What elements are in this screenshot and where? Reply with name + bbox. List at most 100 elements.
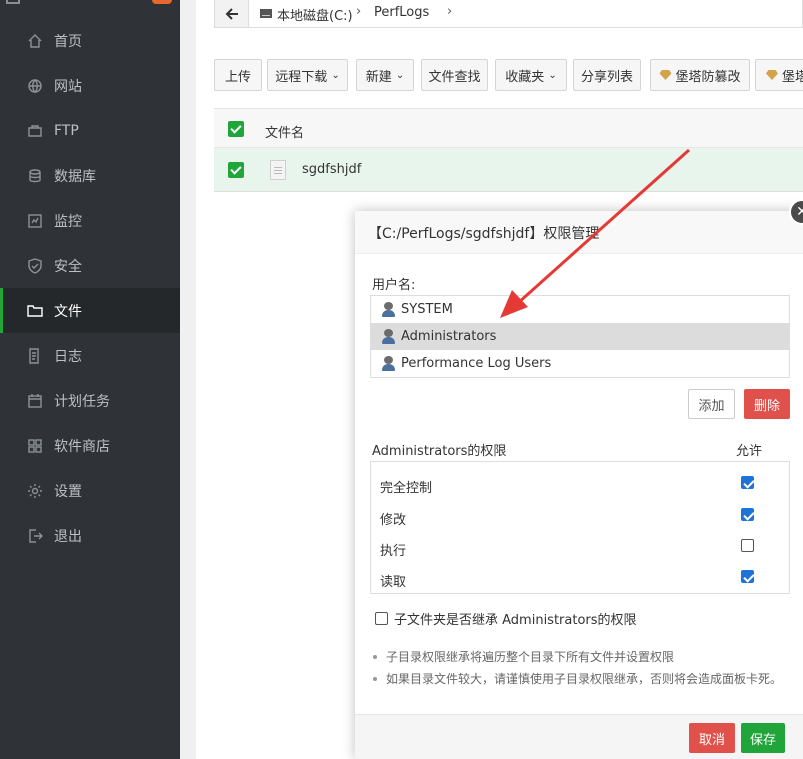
breadcrumb-drive[interactable]: 本地磁盘(C:) [277, 5, 353, 24]
upload-label: 上传 [224, 69, 251, 85]
file-icon [270, 160, 286, 180]
allow-execute-checkbox[interactable] [741, 539, 754, 552]
allow-read-checkbox[interactable] [741, 570, 754, 583]
permission-name: 读取 [380, 575, 407, 590]
logout-icon [27, 528, 43, 544]
path-bar: 本地磁盘(C:) › PerfLogs › [214, 0, 803, 28]
sidebar-item-monitor[interactable]: 监控 [0, 198, 180, 243]
sidebar-item-label: 日志 [54, 348, 82, 365]
file-table-header: 文件名 [214, 108, 803, 148]
breadcrumb-separator: › [356, 4, 362, 19]
permission-row-modify: 修改 [371, 502, 789, 533]
inherit-label[interactable]: 子文件夹是否继承 Administrators的权限 [394, 609, 637, 628]
monitor-icon [27, 213, 43, 229]
permission-dialog: 【C:/PerfLogs/sgdfshjdf】权限管理 用户名: SYSTEM … [355, 211, 803, 759]
sidebar-item-security[interactable]: 安全 [0, 243, 180, 288]
sidebar-item-label: 设置 [54, 483, 82, 500]
sidebar-item-label: 数据库 [54, 168, 96, 185]
share-list-button[interactable]: 分享列表 [573, 59, 641, 91]
arrow-left-icon [225, 7, 238, 20]
apps-icon [27, 438, 43, 454]
user-group-icon [381, 356, 396, 371]
permission-row-read: 读取 [371, 564, 789, 595]
sidebar-item-label: 网站 [54, 78, 82, 95]
file-name[interactable]: sgdfshjdf [302, 162, 361, 177]
sidebar-item-settings[interactable]: 设置 [0, 468, 180, 513]
sidebar-item-label: FTP [54, 122, 79, 139]
user-group-icon [381, 329, 396, 344]
user-name: SYSTEM [401, 302, 453, 317]
log-icon [27, 347, 43, 364]
notes-list: 子目录权限继承将遍历整个目录下所有文件并设置权限 如果目录文件较大，请谨慎使用子… [370, 648, 782, 692]
share-list-label: 分享列表 [580, 69, 633, 85]
sidebar-item-website[interactable]: 网站 [0, 63, 180, 108]
allow-full-control-checkbox[interactable] [741, 476, 754, 489]
permission-row-full-control: 完全控制 [371, 470, 789, 501]
note-item: 如果目录文件较大，请谨慎使用子目录权限继承，否则将会造成面板卡死。 [370, 670, 782, 692]
drive-icon [260, 9, 272, 18]
sidebar-item-logs[interactable]: 日志 [0, 333, 180, 378]
breadcrumb-folder[interactable]: PerfLogs [374, 5, 429, 20]
back-button[interactable] [215, 0, 249, 27]
sidebar-item-app-store[interactable]: 软件商店 [0, 423, 180, 468]
sidebar-item-label: 计划任务 [54, 393, 110, 410]
sidebar-item-logout[interactable]: 退出 [0, 513, 180, 558]
permission-name: 修改 [380, 513, 407, 528]
favorites-label: 收藏夹 [505, 69, 545, 85]
dialog-title: 【C:/PerfLogs/sgdfshjdf】权限管理 [355, 211, 803, 254]
calendar-icon [27, 393, 43, 409]
sidebar-item-home[interactable]: 首页 [0, 18, 180, 63]
note-item: 子目录权限继承将遍历整个目录下所有文件并设置权限 [370, 648, 782, 670]
logo-icon [6, 0, 20, 4]
dialog-footer [355, 714, 803, 759]
tamper-proof-label-2: 堡塔 [782, 69, 803, 85]
save-button[interactable]: 保存 [741, 723, 785, 753]
upload-button[interactable]: 上传 [214, 59, 262, 91]
notification-badge [152, 0, 172, 4]
chevron-down-icon: ⌄ [548, 69, 557, 81]
user-item-system[interactable]: SYSTEM [371, 296, 789, 323]
new-button[interactable]: 新建 ⌄ [356, 59, 414, 91]
file-search-button[interactable]: 文件查找 [421, 59, 488, 91]
favorites-button[interactable]: 收藏夹 ⌄ [495, 59, 567, 91]
shield-icon [27, 257, 43, 274]
user-item-performance-log-users[interactable]: Performance Log Users [371, 350, 789, 377]
gem-icon [659, 70, 672, 80]
permission-name: 完全控制 [380, 481, 433, 496]
sidebar-item-label: 安全 [54, 258, 82, 275]
database-icon [27, 168, 43, 184]
permission-row-execute: 执行 [371, 533, 789, 564]
user-list: SYSTEM Administrators Performance Log Us… [370, 295, 790, 378]
add-user-button[interactable]: 添加 [688, 389, 735, 419]
allow-modify-checkbox[interactable] [741, 508, 754, 521]
remote-download-button[interactable]: 远程下载 ⌄ [267, 59, 348, 91]
gear-icon [27, 483, 43, 499]
username-label: 用户名: [372, 278, 416, 293]
folder-icon [27, 303, 43, 319]
new-label: 新建 [365, 69, 392, 85]
cancel-button[interactable]: 取消 [689, 723, 735, 753]
sidebar-item-label: 文件 [54, 303, 82, 320]
allow-column-label: 允许 [736, 444, 763, 459]
permission-list: 完全控制 修改 执行 读取 [370, 461, 790, 594]
sidebar-item-ftp[interactable]: FTP [0, 108, 180, 153]
table-row[interactable]: sgdfshjdf [214, 148, 803, 192]
sidebar-item-database[interactable]: 数据库 [0, 153, 180, 198]
column-filename[interactable]: 文件名 [265, 122, 304, 141]
gem-icon [766, 70, 778, 80]
user-group-icon [381, 302, 396, 317]
sidebar-item-cron[interactable]: 计划任务 [0, 378, 180, 423]
user-name: Performance Log Users [401, 356, 552, 371]
sidebar-item-files[interactable]: 文件 [0, 288, 180, 333]
sidebar: 首页 网站 FTP 数据库 监控 安全 文件 日志 计划任务 软件商店 设置 退… [0, 0, 180, 759]
tamper-proof-button-2[interactable]: 堡塔 [755, 59, 803, 91]
select-all-checkbox[interactable] [228, 121, 244, 137]
row-checkbox[interactable] [228, 162, 244, 178]
tamper-proof-button[interactable]: 堡塔防篡改 [650, 59, 750, 91]
remote-download-label: 远程下载 [275, 69, 328, 85]
user-item-administrators[interactable]: Administrators [371, 323, 789, 350]
inherit-checkbox[interactable] [375, 612, 388, 625]
sidebar-item-label: 退出 [54, 528, 82, 545]
globe-icon [27, 78, 43, 94]
delete-user-button[interactable]: 删除 [744, 389, 790, 419]
